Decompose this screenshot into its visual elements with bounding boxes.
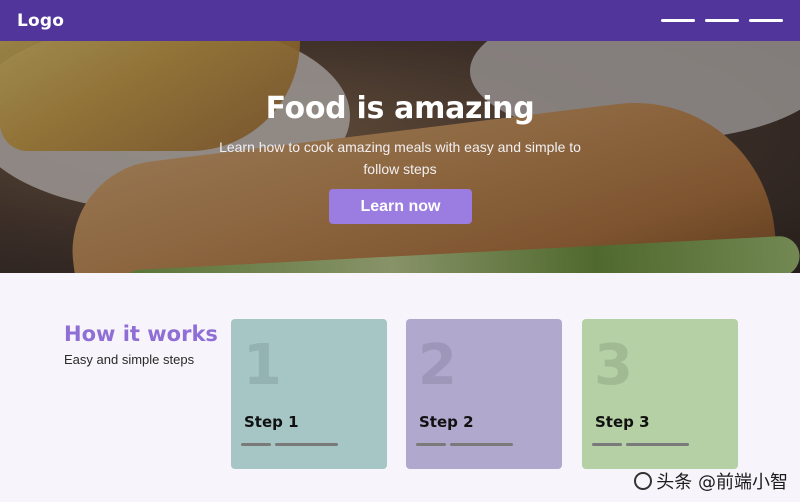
step-card-1[interactable]: 1 Step 1	[231, 319, 387, 469]
hero-content: Food is amazing Learn how to cook amazin…	[0, 41, 800, 273]
step-bars	[592, 443, 689, 446]
logo[interactable]: Logo	[17, 11, 64, 31]
step-label: Step 1	[244, 413, 299, 431]
watermark-icon	[634, 472, 653, 490]
hamburger-menu-icon[interactable]	[661, 0, 783, 41]
step-bars	[416, 443, 513, 446]
bar-long	[626, 443, 689, 446]
learn-now-button[interactable]: Learn now	[329, 189, 472, 224]
menu-line	[705, 19, 739, 22]
hero-section: Food is amazing Learn how to cook amazin…	[0, 41, 800, 273]
bar-short	[592, 443, 622, 446]
step-card-2[interactable]: 2 Step 2	[406, 319, 562, 469]
section-title: How it works	[64, 322, 218, 346]
bar-short	[416, 443, 446, 446]
step-label: Step 2	[419, 413, 474, 431]
hero-title: Food is amazing	[265, 91, 535, 126]
top-nav: Logo	[0, 0, 800, 41]
step-number: 2	[418, 333, 457, 398]
watermark-text: 头条 @前端小智	[656, 472, 788, 493]
bar-long	[450, 443, 513, 446]
bar-short	[241, 443, 271, 446]
step-number: 1	[243, 333, 282, 398]
watermark: 头条 @前端小智	[634, 468, 788, 494]
bar-long	[275, 443, 338, 446]
step-card-3[interactable]: 3 Step 3	[582, 319, 738, 469]
menu-line	[661, 19, 695, 22]
step-label: Step 3	[595, 413, 650, 431]
step-bars	[241, 443, 338, 446]
hero-subtitle: Learn how to cook amazing meals with eas…	[219, 139, 581, 177]
menu-line	[749, 19, 783, 22]
step-number: 3	[594, 333, 633, 398]
section-subtitle: Easy and simple steps	[64, 352, 195, 367]
